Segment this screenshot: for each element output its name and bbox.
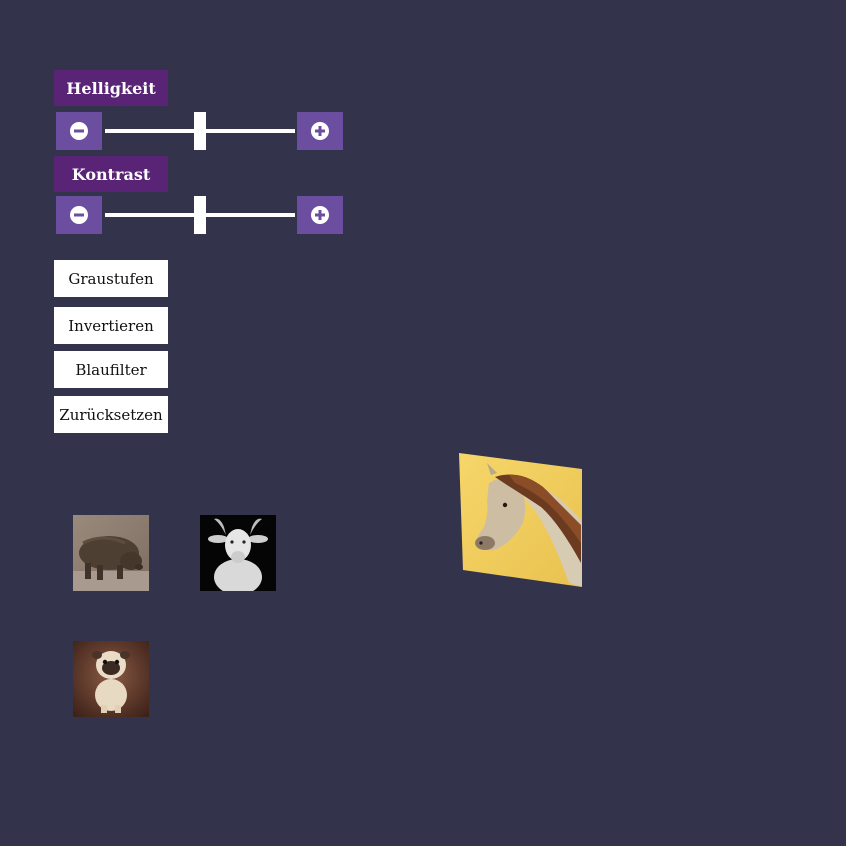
pug-thumbnail[interactable] (73, 641, 149, 717)
goat-image (200, 515, 276, 591)
brightness-slider-thumb[interactable] (194, 112, 206, 150)
invert-button-label: Invertieren (68, 316, 154, 335)
horse-image (459, 453, 582, 587)
blue-filter-button[interactable]: Blaufilter (54, 351, 168, 388)
plus-circle-icon (311, 206, 329, 224)
brightness-label-text: Helligkeit (66, 78, 156, 98)
contrast-label-text: Kontrast (71, 164, 151, 184)
horse-image-preview[interactable] (459, 453, 583, 587)
boar-image (73, 515, 149, 591)
boar-thumbnail[interactable] (73, 515, 149, 591)
reset-button[interactable]: Zurücksetzen (54, 396, 168, 433)
plus-circle-icon (311, 122, 329, 140)
pug-image (73, 641, 149, 717)
goat-thumbnail[interactable] (200, 515, 276, 591)
contrast-slider-thumb[interactable] (194, 196, 206, 234)
minus-circle-icon (70, 122, 88, 140)
minus-circle-icon (70, 206, 88, 224)
blue-filter-button-label: Blaufilter (75, 360, 147, 379)
grayscale-button-label: Graustufen (68, 269, 154, 288)
invert-button[interactable]: Invertieren (54, 307, 168, 344)
contrast-increase-button[interactable] (297, 196, 343, 234)
grayscale-button[interactable]: Graustufen (54, 260, 168, 297)
brightness-label: Helligkeit (54, 70, 168, 106)
contrast-label: Kontrast (54, 156, 168, 192)
contrast-decrease-button[interactable] (56, 196, 102, 234)
brightness-increase-button[interactable] (297, 112, 343, 150)
brightness-decrease-button[interactable] (56, 112, 102, 150)
reset-button-label: Zurücksetzen (59, 405, 163, 424)
